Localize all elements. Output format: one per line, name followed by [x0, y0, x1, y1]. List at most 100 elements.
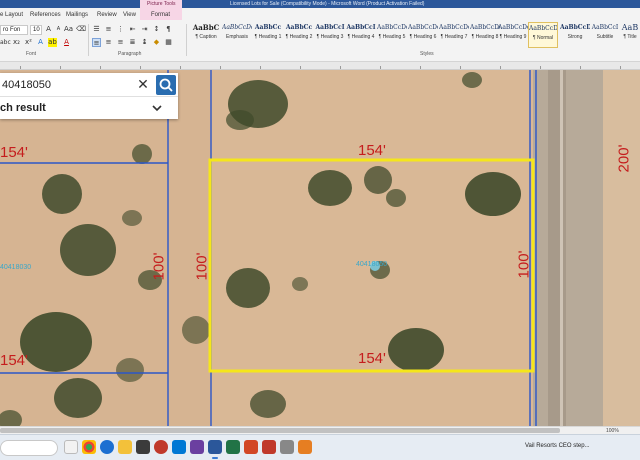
excel-icon[interactable] [226, 440, 240, 454]
style-name: ¶ Heading 7 [440, 34, 468, 40]
style-heading-2[interactable]: AaBbCc ¶ Heading 2 [284, 22, 314, 48]
bullets-icon[interactable]: ☰ [92, 25, 101, 34]
parcel-search-input[interactable] [0, 75, 130, 95]
tab-view[interactable]: View [123, 10, 136, 20]
task-view-icon[interactable] [64, 440, 78, 454]
edge-icon[interactable] [100, 440, 114, 454]
chevron-down-icon[interactable] [150, 100, 164, 116]
style-caption[interactable]: AaBbC ¶ Caption [191, 22, 221, 48]
style-name: Emphasis [226, 34, 248, 40]
settings-icon[interactable] [280, 440, 294, 454]
parcel-search-panel: ✕ ch result [0, 73, 178, 119]
dimension-neighbor-side: 100' [150, 252, 168, 281]
style-heading-9[interactable]: AaBbCcDc ¶ Heading 9 [498, 22, 528, 48]
style-heading-1[interactable]: AaBbCc ¶ Heading 1 [253, 22, 283, 48]
ruler-tick [500, 66, 501, 69]
style-name: Subtitle [596, 34, 614, 40]
decrease-indent-icon[interactable]: ⇤ [128, 25, 137, 34]
style-sample: AaBbC [192, 23, 220, 32]
grow-font-icon[interactable]: A [44, 25, 53, 34]
teams-icon[interactable] [190, 440, 204, 454]
style-name: ¶ Heading 6 [409, 34, 437, 40]
align-left-icon[interactable]: ≡ [92, 38, 101, 47]
scrollbar-thumb[interactable] [0, 428, 560, 433]
map-graphic [0, 70, 640, 426]
dimension-top: 154' [358, 142, 386, 159]
style-sample: AaBbCcDd [560, 24, 590, 31]
road-shoulder [603, 70, 640, 426]
borders-icon[interactable]: ▦ [164, 38, 173, 47]
show-marks-icon[interactable]: ¶ [164, 25, 173, 34]
style-sample: AaBbCcDc [439, 24, 469, 31]
app-icon[interactable] [154, 440, 168, 454]
style-heading-4[interactable]: AaBbCcI ¶ Heading 4 [346, 22, 376, 48]
subscript-icon[interactable]: x₂ [12, 38, 21, 47]
style-normal[interactable]: AaBbCcDc ¶ Normal [528, 22, 558, 48]
align-right-icon[interactable]: ≡ [116, 38, 125, 47]
powerpoint-icon[interactable] [244, 440, 258, 454]
font-name-box[interactable]: ro Fon [0, 25, 28, 35]
increase-indent-icon[interactable]: ⇥ [140, 25, 149, 34]
word-icon[interactable] [208, 440, 222, 459]
superscript-icon[interactable]: x² [24, 38, 33, 47]
style-subtitle[interactable]: AaBbCcI Subtitle [590, 22, 620, 48]
style-heading-3[interactable]: AaBbCcI ¶ Heading 3 [315, 22, 345, 48]
search-results-label: ch result [0, 102, 46, 114]
style-name: ¶ Heading 8 [471, 34, 499, 40]
style-sample: AaB [621, 23, 639, 32]
chrome-icon[interactable] [82, 440, 96, 454]
text-effects-icon[interactable]: A [36, 38, 45, 47]
shading-icon[interactable]: ◆ [152, 38, 161, 47]
clear-formatting-icon[interactable]: ⌫ [76, 25, 86, 34]
line-spacing-icon[interactable]: ↨ [140, 38, 149, 47]
change-case-icon[interactable]: Aa [64, 25, 73, 34]
file-explorer-icon[interactable] [118, 440, 132, 454]
ruler-tick [420, 66, 421, 69]
style-heading-5[interactable]: AaBbCcDc ¶ Heading 5 [377, 22, 407, 48]
style-name: ¶ Title [623, 34, 637, 40]
highlight-icon[interactable]: ab [48, 38, 57, 47]
store-icon[interactable] [136, 440, 150, 454]
acrobat-icon[interactable] [262, 440, 276, 454]
style-title[interactable]: AaB ¶ Title [620, 22, 640, 48]
ruler-tick [20, 66, 21, 69]
style-heading-8[interactable]: AaBbCcDc ¶ Heading 8 [470, 22, 500, 48]
context-group-title: Picture Tools [147, 1, 176, 7]
multilevel-list-icon[interactable]: ⋮ [116, 25, 125, 34]
clear-search-icon[interactable]: ✕ [134, 77, 152, 93]
shrink-font-icon[interactable]: A [54, 25, 63, 34]
tab-review[interactable]: Review [97, 10, 117, 20]
style-sample: AaBbCcI [315, 24, 345, 31]
mail-icon[interactable] [172, 440, 186, 454]
justify-icon[interactable]: ≣ [128, 38, 137, 47]
style-sample: AaBbCcDc [222, 24, 252, 31]
taskbar-search-box[interactable] [0, 440, 58, 456]
style-heading-6[interactable]: AaBbCcDc ¶ Heading 6 [408, 22, 438, 48]
horizontal-ruler[interactable] [0, 62, 640, 70]
search-button[interactable] [156, 75, 176, 95]
style-sample: AaBbCc [285, 24, 313, 31]
tab-page-layout[interactable]: e Layout [0, 10, 23, 20]
style-heading-7[interactable]: AaBbCcDc ¶ Heading 7 [439, 22, 469, 48]
strikethrough-icon[interactable]: abc [0, 38, 11, 47]
dimension-right: 100' [515, 250, 533, 279]
font-color-icon[interactable]: A [62, 38, 71, 47]
tab-mailings[interactable]: Mailings [66, 10, 88, 20]
font-size-box[interactable]: 10 [30, 25, 42, 35]
parcel-map-image[interactable]: 154' 154' 100' 100' 154' 154' 100' 200' … [0, 70, 640, 426]
horizontal-scrollbar[interactable]: 100% [0, 426, 640, 434]
search-results-toggle[interactable]: ch result [0, 97, 178, 119]
ruler-tick [300, 66, 301, 69]
title-bar: Licensed Lots for Sale (Compatibility Mo… [0, 0, 640, 8]
app-icon-2[interactable] [298, 440, 312, 454]
tab-format[interactable]: Format [151, 10, 170, 20]
numbering-icon[interactable]: ≡ [104, 25, 113, 34]
dimension-neighbor-bottom: 154' [0, 352, 28, 369]
style-emphasis[interactable]: AaBbCcDc Emphasis [222, 22, 252, 48]
style-strong[interactable]: AaBbCcDd Strong [560, 22, 590, 48]
sort-icon[interactable]: ↕ [152, 25, 161, 34]
align-center-icon[interactable]: ≡ [104, 38, 113, 47]
dimension-neighbor-top: 154' [0, 144, 28, 161]
tab-references[interactable]: References [30, 10, 61, 20]
news-ticker[interactable]: Vail Resorts CEO step... [525, 443, 590, 449]
